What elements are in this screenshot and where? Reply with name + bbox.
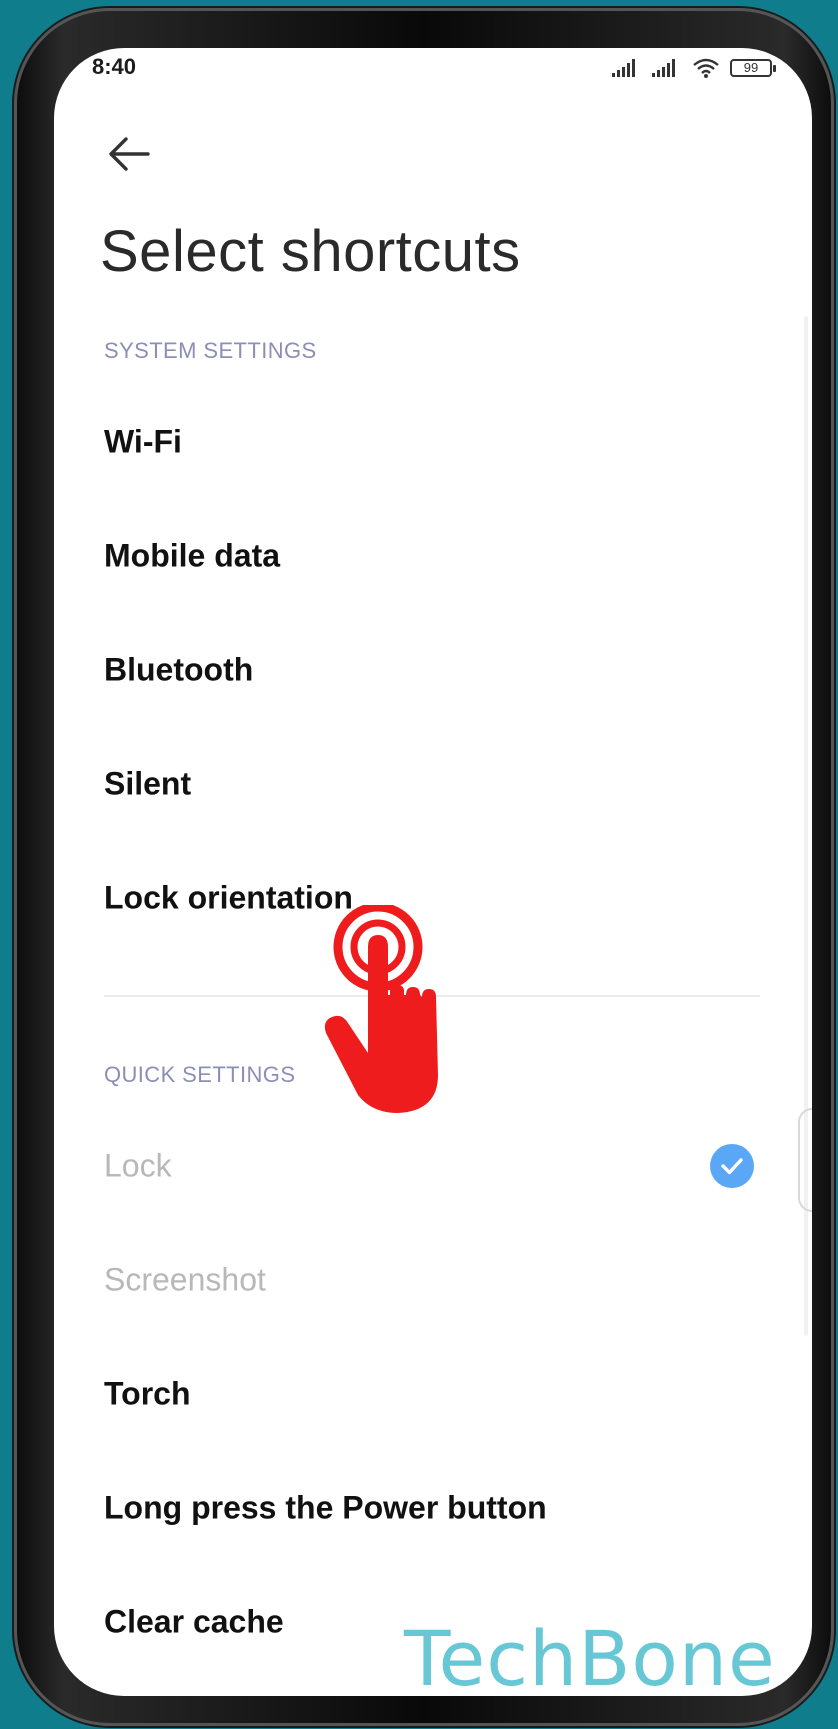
edge-handle: [798, 1108, 812, 1212]
status-time: 8:40: [92, 54, 137, 79]
item-label: Wi-Fi: [104, 423, 182, 460]
check-icon[interactable]: [710, 1144, 754, 1188]
hand-tap-icon: [324, 905, 438, 1113]
item-label: Clear cache: [104, 1603, 284, 1640]
signal-icon: [652, 59, 682, 77]
back-button[interactable]: [104, 128, 154, 178]
phone-screen: 8:40 99 Select shortcuts SYSTEM SETTINGS…: [54, 48, 812, 1696]
section-header-quick-settings: QUICK SETTINGS: [104, 1062, 296, 1087]
item-label: Lock orientation: [104, 879, 353, 916]
list-item-lock[interactable]: Lock: [54, 1116, 812, 1216]
item-label: Long press the Power button: [104, 1489, 547, 1526]
signal-icon: [612, 59, 642, 77]
list-item-long-press-power[interactable]: Long press the Power button: [54, 1458, 812, 1558]
watermark-logo: TechBone: [404, 1614, 776, 1703]
section-header-system-settings: SYSTEM SETTINGS: [104, 338, 317, 363]
list-item-wifi[interactable]: Wi-Fi: [54, 392, 812, 492]
item-label: Mobile data: [104, 537, 281, 574]
page-title: Select shortcuts: [100, 219, 521, 284]
list-item-silent[interactable]: Silent: [54, 734, 812, 834]
list-item-screenshot[interactable]: Screenshot: [54, 1230, 812, 1330]
list-item-mobile-data[interactable]: Mobile data: [54, 506, 812, 606]
battery-icon: 99: [730, 59, 776, 77]
item-label: Bluetooth: [104, 651, 254, 688]
list-item-bluetooth[interactable]: Bluetooth: [54, 620, 812, 720]
arrow-left-icon: [109, 137, 150, 171]
wifi-icon: [692, 58, 720, 78]
item-label: Lock: [104, 1147, 172, 1184]
list-item-torch[interactable]: Torch: [54, 1344, 812, 1444]
item-label: Torch: [104, 1375, 191, 1412]
status-bar: 8:40 99: [54, 48, 812, 88]
status-icons: 99: [612, 58, 776, 78]
item-label: Silent: [104, 765, 192, 802]
item-label: Screenshot: [104, 1261, 266, 1298]
